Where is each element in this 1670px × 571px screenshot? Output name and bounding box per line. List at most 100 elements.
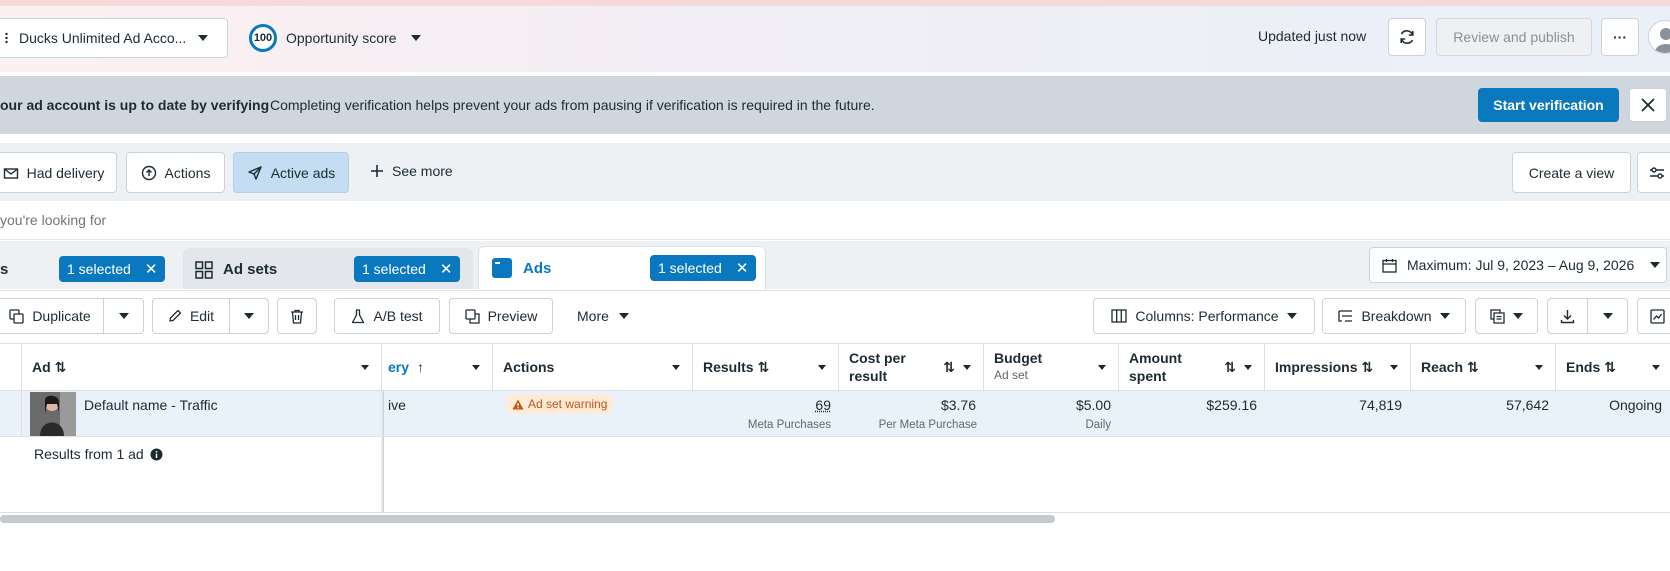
ends-value: Ongoing bbox=[1609, 397, 1662, 413]
ellipsis-icon: ··· bbox=[1613, 29, 1627, 45]
column-header-actions[interactable]: Actions bbox=[493, 344, 693, 390]
calendar-icon bbox=[1382, 258, 1397, 273]
download-icon bbox=[1560, 309, 1575, 324]
tab-ads[interactable]: Ads 1 selected ✕ bbox=[478, 246, 766, 290]
sort-icon: ⇅ bbox=[757, 358, 770, 375]
ad-name[interactable]: Default name - Traffic bbox=[84, 397, 218, 413]
export-button[interactable] bbox=[1547, 298, 1588, 334]
edit-dropdown-button[interactable] bbox=[229, 298, 269, 334]
pencil-icon bbox=[168, 309, 182, 323]
chevron-down-icon bbox=[361, 365, 369, 370]
opportunity-score[interactable]: 100 Opportunity score bbox=[248, 22, 421, 54]
column-header-amount-spent[interactable]: Amount spent ⇅ bbox=[1119, 344, 1265, 390]
column-header-reach[interactable]: Reach ⇅ bbox=[1411, 344, 1556, 390]
filter-actions[interactable]: Actions bbox=[126, 152, 225, 193]
preview-label: Preview bbox=[487, 308, 538, 324]
ab-test-label: A/B test bbox=[373, 308, 423, 324]
review-publish-button[interactable]: Review and publish bbox=[1436, 18, 1592, 56]
sort-icon: ⇅ bbox=[1604, 358, 1616, 375]
ab-test-button[interactable]: A/B test bbox=[334, 298, 440, 334]
tab-ad-sets[interactable]: Ad sets 1 selected ✕ bbox=[183, 248, 473, 289]
column-actions-label: Actions bbox=[503, 359, 555, 375]
chevron-down-icon bbox=[672, 365, 680, 370]
campaigns-selected-pill[interactable]: 1 selected ✕ bbox=[59, 256, 166, 282]
results-value[interactable]: 69 bbox=[815, 397, 831, 413]
close-icon[interactable]: ✕ bbox=[736, 261, 749, 276]
more-button[interactable]: More bbox=[577, 308, 629, 324]
preview-button[interactable]: Preview bbox=[449, 298, 553, 334]
view-settings-button[interactable] bbox=[1637, 152, 1670, 193]
columns-icon bbox=[1111, 309, 1128, 323]
chevron-down-icon bbox=[410, 35, 421, 41]
duplicate-dropdown-button[interactable] bbox=[103, 298, 144, 334]
edit-button[interactable]: Edit bbox=[152, 298, 230, 334]
table-bottom-border bbox=[0, 512, 1670, 513]
row-checkbox-cell[interactable] bbox=[0, 391, 22, 437]
warning-icon bbox=[512, 399, 524, 410]
ad-set-warning-badge[interactable]: Ad set warning bbox=[505, 394, 615, 414]
table-row[interactable] bbox=[0, 391, 1670, 437]
ad-thumbnail[interactable] bbox=[30, 392, 76, 436]
budget-sub: Daily bbox=[1085, 419, 1111, 431]
more-options-button[interactable]: ··· bbox=[1601, 18, 1639, 56]
horizontal-scrollbar[interactable] bbox=[0, 515, 1055, 523]
filter-active-ads[interactable]: Active ads bbox=[233, 152, 349, 193]
tab-ads-label: Ads bbox=[523, 260, 552, 277]
chevron-down-icon bbox=[1652, 365, 1660, 370]
duplicate-button[interactable]: Duplicate bbox=[0, 298, 104, 334]
budget-value[interactable]: $5.00 bbox=[1076, 397, 1111, 413]
banner-close-button[interactable] bbox=[1629, 88, 1667, 122]
reports-button[interactable] bbox=[1475, 298, 1538, 334]
start-verification-button[interactable]: Start verification bbox=[1478, 88, 1619, 122]
see-more-button[interactable]: See more bbox=[370, 163, 453, 179]
chevron-down-icon bbox=[1390, 365, 1398, 370]
info-icon[interactable] bbox=[150, 448, 163, 461]
charts-button[interactable] bbox=[1637, 298, 1670, 334]
create-view-button[interactable]: Create a view bbox=[1512, 152, 1631, 193]
close-icon[interactable]: ✕ bbox=[145, 262, 158, 277]
see-more-label: See more bbox=[392, 163, 453, 179]
impressions-value: 74,819 bbox=[1359, 397, 1402, 413]
search-input[interactable] bbox=[0, 202, 800, 238]
export-dropdown-button[interactable] bbox=[1587, 298, 1628, 334]
tab-campaigns-partial[interactable]: s bbox=[0, 261, 8, 278]
grid-icon bbox=[195, 261, 213, 279]
close-icon[interactable]: ✕ bbox=[440, 262, 453, 277]
sort-icon: ⇅ bbox=[1361, 358, 1374, 375]
breakdown-button[interactable]: Breakdown bbox=[1322, 298, 1466, 334]
account-selector[interactable]: Ducks Unlimited Ad Acco... bbox=[0, 18, 228, 58]
duplicate-icon bbox=[9, 308, 24, 324]
date-range-picker[interactable]: Maximum: Jul 9, 2023 – Aug 9, 2026 bbox=[1369, 247, 1667, 283]
sort-ascending-icon: ↑ bbox=[417, 359, 425, 375]
column-amount-label-2: spent bbox=[1129, 368, 1167, 384]
chevron-down-icon bbox=[1650, 262, 1661, 268]
column-header-results[interactable]: Results ⇅ bbox=[693, 344, 839, 390]
delete-button[interactable] bbox=[277, 298, 317, 334]
columns-button[interactable]: Columns: Performance bbox=[1093, 298, 1315, 334]
breakdown-icon bbox=[1338, 309, 1353, 323]
paper-plane-icon bbox=[247, 165, 263, 181]
column-header-budget[interactable]: Budget Ad set bbox=[984, 344, 1119, 390]
upload-circle-icon bbox=[141, 165, 157, 181]
column-header-cost-per-result[interactable]: Cost per result ⇅ bbox=[839, 344, 984, 390]
column-header-ends[interactable]: Ends ⇅ bbox=[1556, 344, 1670, 390]
search-bar[interactable] bbox=[0, 202, 1670, 240]
column-header-impressions[interactable]: Impressions ⇅ bbox=[1265, 344, 1411, 390]
trash-icon bbox=[290, 309, 304, 324]
review-publish-label: Review and publish bbox=[1453, 29, 1575, 45]
adsets-selected-pill[interactable]: 1 selected ✕ bbox=[354, 256, 461, 282]
column-header-ad[interactable]: Ad ⇅ bbox=[22, 344, 382, 390]
select-all-column[interactable] bbox=[0, 344, 22, 390]
ads-selected-label: 1 selected bbox=[658, 260, 722, 276]
column-reach-label: Reach bbox=[1421, 359, 1464, 375]
filter-had-delivery[interactable]: Had delivery bbox=[0, 152, 117, 193]
column-header-delivery[interactable]: ery ↑ bbox=[382, 344, 493, 390]
close-icon bbox=[1641, 98, 1655, 112]
chart-icon bbox=[1649, 308, 1665, 324]
chevron-down-icon bbox=[1602, 313, 1613, 319]
ads-selected-pill[interactable]: 1 selected ✕ bbox=[650, 255, 757, 281]
score-value: 100 bbox=[253, 32, 273, 44]
ad-set-warning-label: Ad set warning bbox=[528, 397, 608, 411]
refresh-button[interactable] bbox=[1388, 18, 1426, 56]
delivery-status: ive bbox=[388, 397, 406, 413]
